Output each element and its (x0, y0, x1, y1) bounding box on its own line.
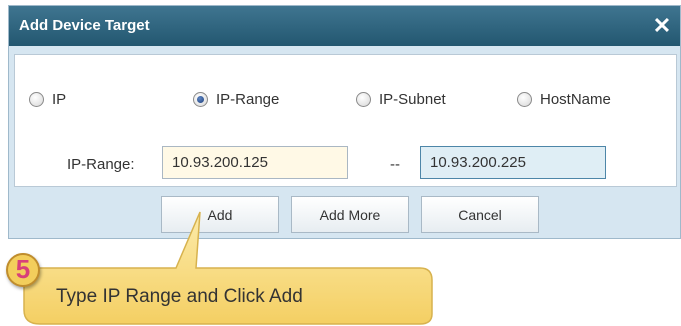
callout-text: Type IP Range and Click Add (56, 286, 303, 307)
callout-bubble (23, 211, 433, 325)
step-number: 5 (15, 254, 31, 284)
